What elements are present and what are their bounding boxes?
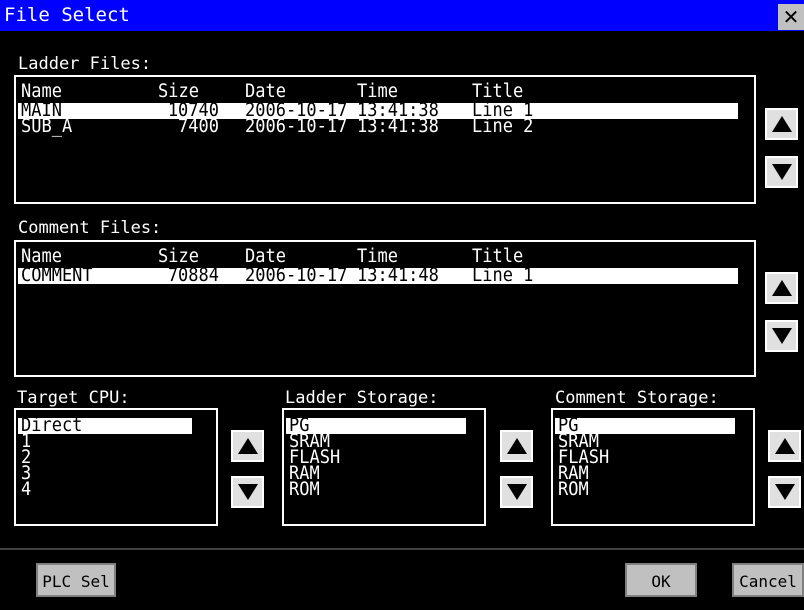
ladder-storage-list[interactable]: PG SRAM FLASH RAM ROM bbox=[282, 408, 486, 526]
comment-files-label: Comment Files: bbox=[18, 218, 162, 238]
ladder-files-label: Ladder Files: bbox=[18, 54, 152, 74]
triangle-down-icon bbox=[771, 328, 792, 344]
cpu-scroll-up-button[interactable] bbox=[231, 430, 264, 462]
close-button[interactable]: ✕ bbox=[778, 4, 804, 30]
cell-size: 7400 bbox=[178, 115, 219, 138]
cell-title: Line 2 bbox=[472, 115, 534, 138]
triangle-up-icon bbox=[237, 438, 258, 454]
header-title: Title bbox=[472, 245, 524, 268]
cell-title: Line 1 bbox=[472, 264, 534, 287]
triangle-up-icon bbox=[774, 438, 795, 454]
header-date: Date bbox=[245, 80, 286, 103]
cell-date: 2006-10-17 bbox=[245, 115, 348, 138]
header-time: Time bbox=[357, 80, 398, 103]
target_cpu-item[interactable]: 4 bbox=[18, 478, 192, 501]
triangle-down-icon bbox=[771, 164, 792, 180]
comment-files-list[interactable]: Name Size Date Time Title COMMENT 70884 2006-10… bbox=[14, 240, 756, 377]
ladder-storage-scroll-up-button[interactable] bbox=[500, 430, 533, 462]
triangle-down-icon bbox=[506, 484, 527, 500]
triangle-down-icon bbox=[237, 484, 258, 500]
cell-time: 13:41:48 bbox=[357, 264, 439, 287]
header-size: Size bbox=[158, 245, 199, 268]
triangle-up-icon bbox=[771, 116, 792, 132]
comment-scroll-up-button[interactable] bbox=[765, 272, 798, 304]
triangle-up-icon bbox=[771, 280, 792, 296]
cancel-button[interactable]: Cancel bbox=[732, 563, 804, 597]
comment_storage-item-label: ROM bbox=[558, 478, 589, 501]
cpu-scroll-down-button[interactable] bbox=[231, 476, 264, 508]
ladder-storage-label: Ladder Storage: bbox=[285, 388, 439, 408]
comment_storage-item[interactable]: ROM bbox=[555, 478, 735, 501]
ladder-table-row[interactable]: SUB_A 7400 2006-10-17 13:41:38 Line 2 bbox=[18, 115, 738, 138]
cell-name: SUB_A bbox=[21, 115, 73, 138]
triangle-up-icon bbox=[506, 438, 527, 454]
header-name: Name bbox=[21, 80, 62, 103]
ok-button[interactable]: OK bbox=[625, 563, 697, 597]
comment-table-row[interactable]: COMMENT 70884 2006-10-17 13:41:48 Line 1 bbox=[18, 264, 738, 287]
comment-storage-list[interactable]: PG SRAM FLASH RAM ROM bbox=[551, 408, 755, 526]
ladder_storage-item-label: ROM bbox=[289, 478, 320, 501]
target_cpu-item[interactable]: 2 bbox=[18, 448, 192, 467]
cell-size: 70884 bbox=[167, 264, 219, 287]
comment-scroll-down-button[interactable] bbox=[765, 320, 798, 352]
ladder-files-list[interactable]: Name Size Date Time Title MAIN 10740 2006-10-17… bbox=[14, 75, 756, 204]
close-icon: ✕ bbox=[782, 5, 800, 29]
header-title: Title bbox=[472, 80, 524, 103]
cell-name: COMMENT bbox=[21, 264, 93, 287]
target_cpu-item[interactable]: 1 bbox=[18, 432, 192, 451]
ladder_storage-item[interactable]: ROM bbox=[286, 478, 466, 501]
target_cpu-item-label: 4 bbox=[21, 478, 32, 501]
header-date: Date bbox=[245, 245, 286, 268]
ladder-scroll-up-button[interactable] bbox=[765, 108, 798, 140]
window-title: File Select bbox=[4, 4, 130, 26]
target_cpu-item[interactable]: Direct bbox=[18, 416, 192, 435]
header-time: Time bbox=[357, 245, 398, 268]
target-cpu-label: Target CPU: bbox=[17, 388, 130, 408]
header-name: Name bbox=[21, 245, 62, 268]
target-cpu-list[interactable]: Direct 1 2 3 4 bbox=[14, 408, 218, 526]
plc-sel-button[interactable]: PLC Sel bbox=[36, 563, 116, 597]
comment-storage-scroll-up-button[interactable] bbox=[768, 430, 801, 462]
comment-storage-scroll-down-button[interactable] bbox=[768, 476, 801, 508]
comment-storage-label: Comment Storage: bbox=[555, 388, 719, 408]
cell-date: 2006-10-17 bbox=[245, 264, 348, 287]
footer-separator bbox=[0, 548, 804, 550]
comment-table-header: Name Size Date Time Title bbox=[18, 245, 718, 268]
ladder-table-header: Name Size Date Time Title bbox=[18, 80, 718, 103]
header-size: Size bbox=[158, 80, 199, 103]
triangle-down-icon bbox=[774, 484, 795, 500]
ladder-scroll-down-button[interactable] bbox=[765, 156, 798, 188]
cell-time: 13:41:38 bbox=[357, 115, 439, 138]
ladder-storage-scroll-down-button[interactable] bbox=[500, 476, 533, 508]
target_cpu-item[interactable]: 3 bbox=[18, 464, 192, 483]
